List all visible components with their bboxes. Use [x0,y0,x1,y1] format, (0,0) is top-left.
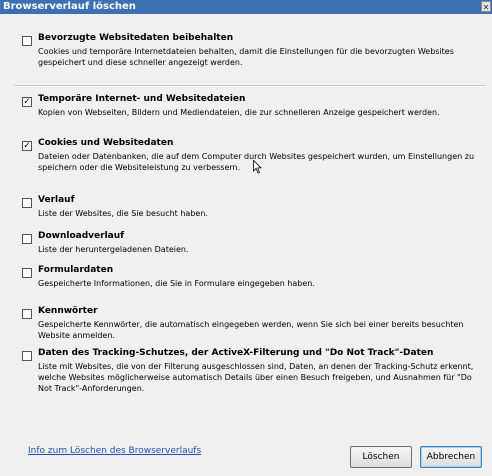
help-link-delete-history[interactable]: Info zum Löschen des Browserverlaufs [28,446,201,456]
checkbox-form-data[interactable] [22,268,32,278]
option-title: Daten des Tracking-Schutzes, der ActiveX… [38,348,434,358]
delete-button[interactable]: Löschen [350,446,412,468]
checkbox-tracking-protection[interactable] [22,351,32,361]
option-title: Bevorzugte Websitedaten beibehalten [38,33,234,43]
checkbox-download-history[interactable] [22,234,32,244]
option-description: Kopien von Webseiten, Bildern und Medien… [38,108,440,117]
option-title: Kennwörter [38,306,98,316]
checkbox-passwords[interactable] [22,309,32,319]
checkbox-preserve-favorites[interactable] [22,36,32,46]
option-description: Liste der Websites, die Sie besucht habe… [38,209,208,218]
option-title: Verlauf [38,195,75,205]
close-icon[interactable]: ✕ [481,1,491,12]
separator [14,85,486,87]
cancel-button[interactable]: Abbrechen [420,446,482,468]
option-description: Liste der heruntergeladenen Dateien. [38,245,189,254]
mouse-cursor-icon [253,160,262,174]
option-description: Gespeicherte Kennwörter, die automatisch… [38,320,464,340]
checkbox-cookies[interactable]: ✓ [22,141,32,151]
option-title: Downloadverlauf [38,231,125,241]
option-title: Temporäre Internet- und Websitedateien [38,94,246,104]
title-bar: Browserverlauf löschen ✕ [0,0,492,14]
option-description: Liste mit Websites, die von der Filterun… [38,362,474,393]
delete-browsing-history-dialog: Browserverlauf löschen ✕ Bevorzugte Webs… [0,0,492,476]
checkbox-temporary-files[interactable]: ✓ [22,97,32,107]
dialog-title: Browserverlauf löschen [3,1,136,12]
checkbox-history[interactable] [22,198,32,208]
option-title: Formulardaten [38,265,114,275]
option-description: Cookies und temporäre Internetdateien be… [38,47,454,67]
dialog-content: Bevorzugte Websitedaten beibehalten Cook… [0,14,492,476]
option-description: Gespeicherte Informationen, die Sie in F… [38,279,315,288]
option-title: Cookies und Websitedaten [38,138,174,148]
